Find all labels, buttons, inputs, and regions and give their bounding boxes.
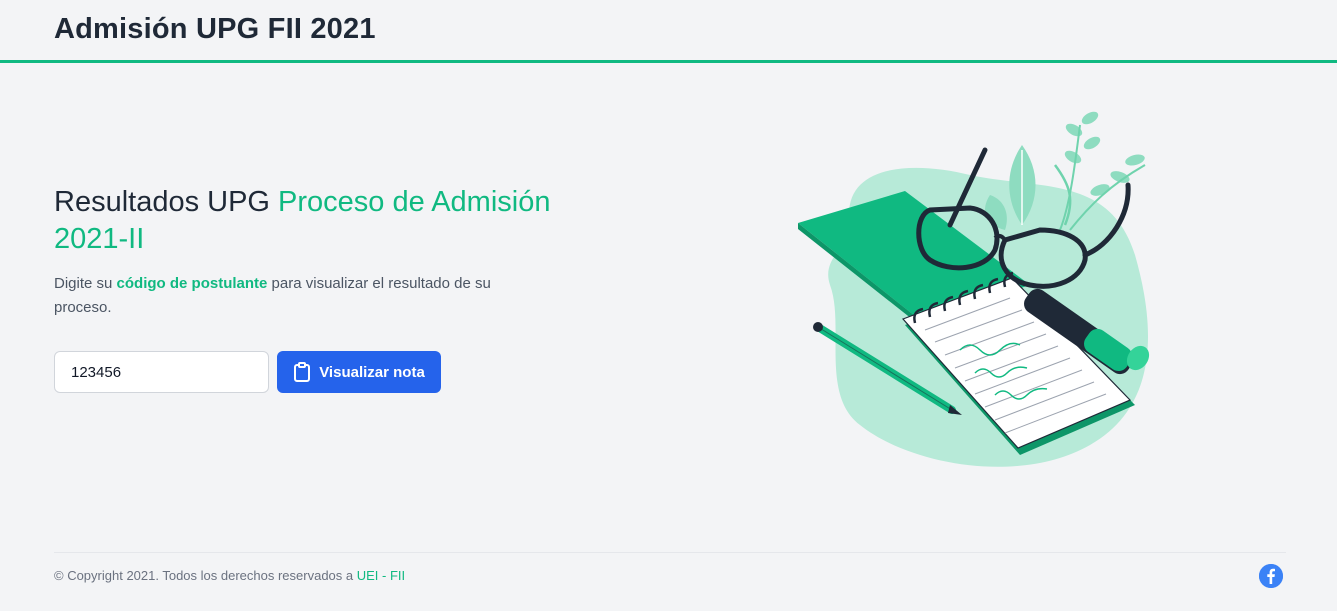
notebook-glasses-illustration (798, 111, 1150, 467)
facebook-link[interactable] (1259, 564, 1283, 588)
page-title-plain: Resultados UPG (54, 186, 279, 218)
copyright-label: © Copyright 2021. Todos los derechos res… (54, 568, 357, 583)
instructions-before: Digite su (54, 275, 117, 292)
facebook-icon (1259, 564, 1283, 588)
view-grade-label: Visualizar nota (319, 363, 425, 381)
footer-divider (54, 552, 1286, 553)
page-title: Resultados UPG Proceso de Admisión 2021-… (54, 184, 594, 258)
site-title: Admisión UPG FII 2021 (54, 13, 376, 45)
view-grade-button[interactable]: Visualizar nota (277, 351, 441, 393)
uei-fii-link[interactable]: UEI - FII (357, 568, 405, 583)
applicant-code-input[interactable] (54, 351, 269, 393)
copyright-text: © Copyright 2021. Todos los derechos res… (54, 568, 405, 583)
instructions-highlight: código de postulante (116, 275, 268, 292)
clipboard-icon (294, 362, 311, 382)
top-header: Admisión UPG FII 2021 (0, 0, 1337, 63)
instructions-text: Digite su código de postulante para visu… (54, 272, 534, 320)
